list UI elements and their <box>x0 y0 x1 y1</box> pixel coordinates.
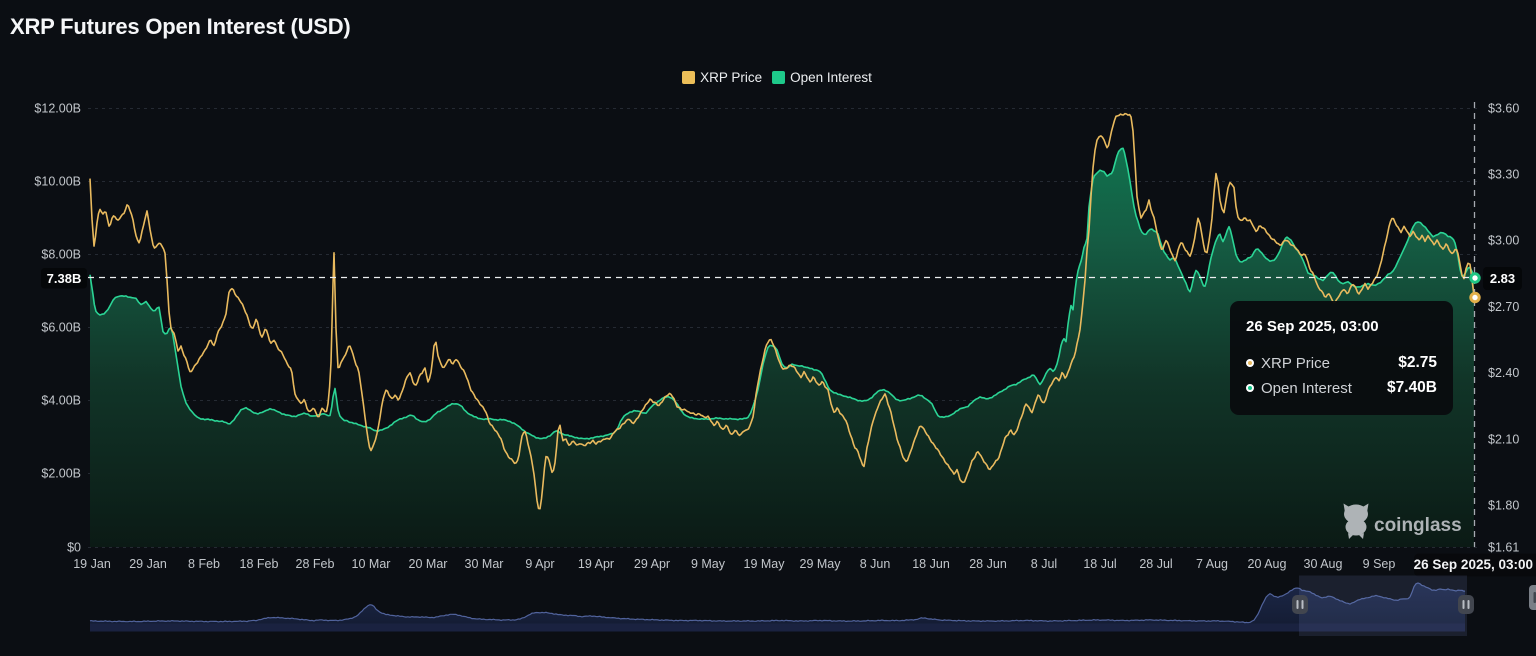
svg-text:9 Apr: 9 Apr <box>525 557 554 571</box>
svg-text:18 Jul: 18 Jul <box>1083 557 1116 571</box>
svg-text:29 May: 29 May <box>800 557 842 571</box>
svg-text:$2.10: $2.10 <box>1488 433 1519 447</box>
svg-text:8 Feb: 8 Feb <box>188 557 220 571</box>
svg-text:19 Jan: 19 Jan <box>73 557 111 571</box>
svg-text:2.83: 2.83 <box>1490 271 1515 286</box>
svg-text:10 Mar: 10 Mar <box>352 557 391 571</box>
svg-text:20 Aug: 20 Aug <box>1248 557 1287 571</box>
svg-text:18 Jun: 18 Jun <box>912 557 950 571</box>
svg-text:$3.00: $3.00 <box>1488 234 1519 248</box>
svg-text:$1.61: $1.61 <box>1488 541 1519 555</box>
svg-text:$2.40: $2.40 <box>1488 366 1519 380</box>
svg-text:9 Sep: 9 Sep <box>1363 557 1396 571</box>
svg-text:30 Aug: 30 Aug <box>1304 557 1343 571</box>
svg-text:30 Mar: 30 Mar <box>465 557 504 571</box>
svg-text:28 Feb: 28 Feb <box>296 557 335 571</box>
svg-text:7 Aug: 7 Aug <box>1196 557 1228 571</box>
svg-text:18 Feb: 18 Feb <box>240 557 279 571</box>
svg-text:$3.60: $3.60 <box>1488 102 1519 116</box>
svg-text:8 Jun: 8 Jun <box>860 557 891 571</box>
svg-text:20 Mar: 20 Mar <box>409 557 448 571</box>
svg-text:19 Apr: 19 Apr <box>578 557 614 571</box>
svg-text:29 Jan: 29 Jan <box>129 557 167 571</box>
svg-text:26 Sep 2025, 03:00: 26 Sep 2025, 03:00 <box>1414 557 1533 572</box>
svg-text:$10.00B: $10.00B <box>34 175 81 189</box>
svg-text:$6.00B: $6.00B <box>41 321 81 335</box>
svg-text:$0: $0 <box>67 541 81 555</box>
svg-text:coinglass: coinglass <box>1374 515 1462 536</box>
svg-text:28 Jun: 28 Jun <box>969 557 1007 571</box>
svg-text:7.38B: 7.38B <box>47 271 82 286</box>
svg-text:8 Jul: 8 Jul <box>1031 557 1057 571</box>
svg-text:9 May: 9 May <box>691 557 726 571</box>
svg-text:29 Apr: 29 Apr <box>634 557 670 571</box>
svg-text:$2.70: $2.70 <box>1488 300 1519 314</box>
svg-text:$2.00B: $2.00B <box>41 467 81 481</box>
svg-text:$3.30: $3.30 <box>1488 168 1519 182</box>
svg-text:$8.00B: $8.00B <box>41 248 81 262</box>
svg-text:$4.00B: $4.00B <box>41 394 81 408</box>
svg-text:$1.80: $1.80 <box>1488 499 1519 513</box>
svg-text:28 Jul: 28 Jul <box>1139 557 1172 571</box>
svg-text:$12.00B: $12.00B <box>34 102 81 116</box>
svg-text:19 May: 19 May <box>744 557 786 571</box>
